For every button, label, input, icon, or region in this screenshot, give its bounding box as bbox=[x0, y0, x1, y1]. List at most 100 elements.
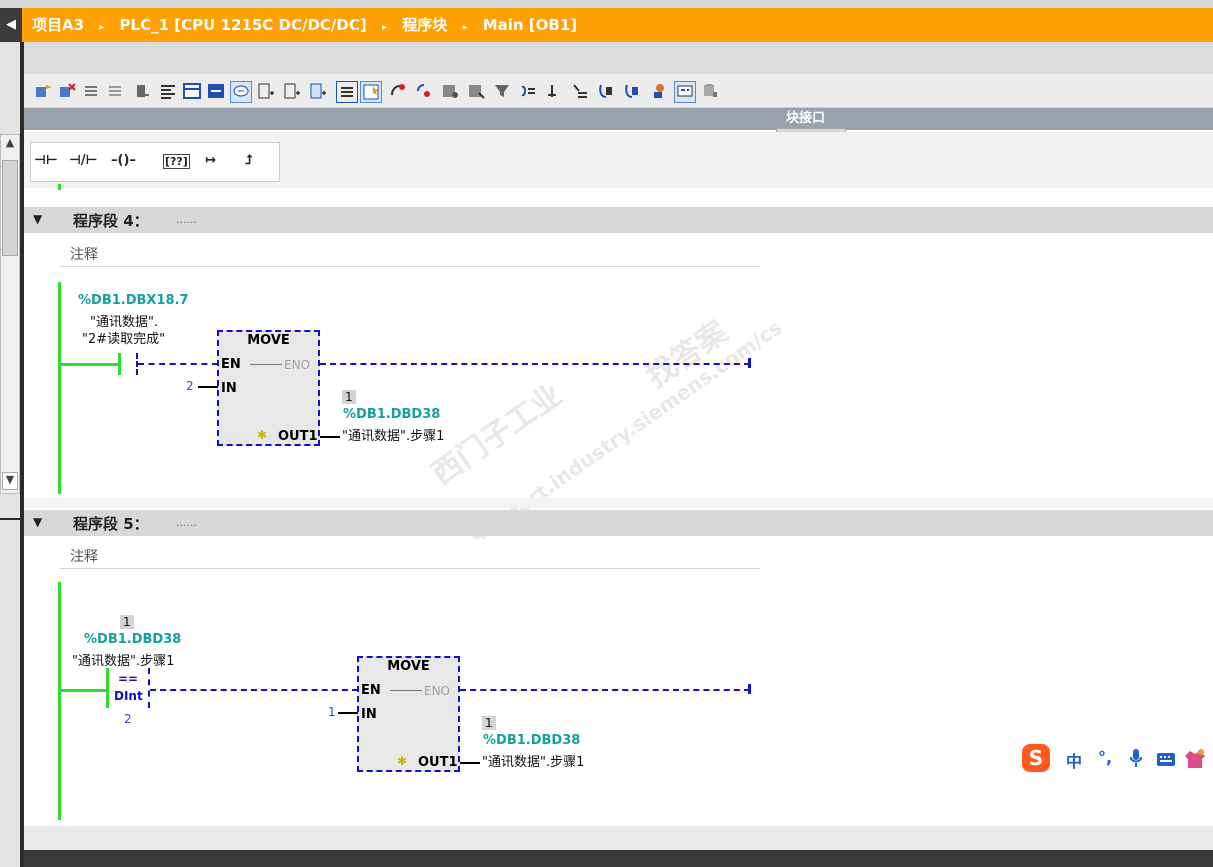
block-icon[interactable] bbox=[132, 81, 152, 101]
close-branch-icon[interactable]: ⮥ bbox=[245, 153, 253, 168]
move-5-in-wire bbox=[338, 712, 358, 714]
filter-icon[interactable] bbox=[492, 81, 512, 101]
insert-network-icon[interactable] bbox=[34, 81, 54, 101]
monitoring-on-off-icon[interactable] bbox=[674, 81, 696, 103]
empty-box-icon[interactable]: [??] bbox=[163, 154, 190, 169]
move-4-out1-address[interactable]: %DB1.DBD38 bbox=[343, 407, 440, 422]
network-5-title-placeholder[interactable]: ...... bbox=[176, 516, 197, 529]
network-5-power-rail bbox=[58, 582, 61, 820]
network-4-wire bbox=[60, 363, 118, 366]
list-view-icon[interactable] bbox=[336, 81, 358, 103]
move-5-out1-monitor-value: 1 bbox=[482, 716, 496, 730]
database-icon[interactable] bbox=[700, 81, 720, 101]
contact-symbol-line2[interactable]: "2#读取完成" bbox=[82, 328, 165, 347]
move-5-out1-wire bbox=[460, 762, 480, 764]
block-interface-label[interactable]: 块接口 bbox=[786, 108, 825, 130]
breadcrumb: 项目A3 ▸ PLC_1 [CPU 1215C DC/DC/DC] ▸ 程序块 … bbox=[32, 8, 577, 42]
symbol-info-icon[interactable] bbox=[282, 81, 302, 101]
operand-representation-icon[interactable] bbox=[308, 81, 328, 101]
align-left-icon[interactable] bbox=[158, 81, 178, 101]
contact-left-bar[interactable] bbox=[118, 353, 121, 375]
network-4-power-rail bbox=[58, 282, 61, 494]
network-4-wire-end bbox=[748, 358, 751, 368]
network-close-icon[interactable] bbox=[206, 81, 226, 101]
go-to-previous-error-icon[interactable] bbox=[414, 81, 434, 101]
editor-bottom-area bbox=[24, 826, 1213, 850]
network-4-header[interactable] bbox=[24, 207, 1213, 233]
open-branch-icon[interactable]: ↦ bbox=[205, 153, 216, 168]
move-5-in-value[interactable]: 1 bbox=[328, 705, 336, 719]
move-4-out1-pin: OUT1 bbox=[278, 429, 318, 444]
compare-symbol[interactable]: "通讯数据".步骤1 bbox=[72, 650, 174, 669]
network-4-comment-text: 注释 bbox=[70, 247, 98, 263]
absolute-address-icon[interactable] bbox=[256, 81, 276, 101]
compare-value[interactable]: 2 bbox=[124, 712, 132, 726]
network-4-title-placeholder[interactable]: ...... bbox=[176, 213, 197, 226]
last-network-icon[interactable] bbox=[622, 81, 642, 101]
move-4-out1-symbol[interactable]: "通讯数据".步骤1 bbox=[342, 425, 444, 444]
breadcrumb-item-main[interactable]: Main [OB1] bbox=[483, 8, 577, 42]
move-block-5-title: MOVE bbox=[387, 659, 430, 674]
microphone-icon[interactable] bbox=[1128, 748, 1144, 768]
move-5-out1-symbol[interactable]: "通讯数据".步骤1 bbox=[482, 751, 584, 770]
contact-address[interactable]: %DB1.DBX18.7 bbox=[78, 293, 189, 308]
breadcrumb-item-project[interactable]: 项目A3 bbox=[32, 8, 84, 42]
move-5-in-pin: IN bbox=[361, 707, 377, 722]
network-4-wire-dashed bbox=[138, 363, 218, 365]
scroll-down-icon[interactable]: ▼ bbox=[2, 472, 18, 490]
network-5-header[interactable] bbox=[24, 510, 1213, 536]
sogou-logo-icon[interactable]: S bbox=[1022, 744, 1050, 772]
compare-left-edge bbox=[106, 668, 109, 708]
editor-tab-strip bbox=[24, 42, 1213, 74]
indent-icon[interactable] bbox=[570, 81, 590, 101]
add-row-icon[interactable] bbox=[106, 81, 126, 101]
go-to-next-error-icon[interactable] bbox=[388, 81, 408, 101]
compare-address[interactable]: %DB1.DBD38 bbox=[84, 632, 181, 647]
status-bar bbox=[24, 850, 1213, 867]
snapshot-icon[interactable] bbox=[650, 81, 670, 101]
compare-datatype[interactable]: DInt bbox=[114, 689, 143, 703]
collapse-all-icon[interactable] bbox=[518, 81, 538, 101]
power-rail-stub bbox=[58, 184, 61, 190]
block-interface-bar[interactable] bbox=[24, 108, 1213, 130]
move-4-eno-pin: ENO bbox=[284, 358, 311, 372]
modify-icon[interactable] bbox=[466, 81, 486, 101]
network-5-title[interactable]: 程序段 5： bbox=[73, 513, 149, 534]
ime-punctuation-toggle[interactable]: °, bbox=[1098, 748, 1112, 767]
ladder-favorites: ⊣⊢ ⊣/⊢ –()– [??] ↦ ⮥ bbox=[30, 142, 280, 182]
normally-closed-contact-icon[interactable]: ⊣/⊢ bbox=[69, 153, 98, 168]
network-4-title[interactable]: 程序段 4： bbox=[73, 210, 149, 231]
network-5-wire-dashed bbox=[150, 689, 358, 691]
move-5-out1-address[interactable]: %DB1.DBD38 bbox=[483, 733, 580, 748]
collapse-network-5-icon[interactable]: ▼ bbox=[33, 515, 42, 529]
insert-row-icon[interactable] bbox=[82, 81, 102, 101]
compare-operator: == bbox=[118, 672, 139, 686]
move-4-add-output-icon[interactable]: ✱ bbox=[257, 428, 267, 442]
first-network-icon[interactable] bbox=[596, 81, 616, 101]
keyboard-icon[interactable] bbox=[1156, 751, 1176, 769]
network-open-icon[interactable] bbox=[182, 81, 202, 101]
network-5-comment[interactable]: 注释 bbox=[60, 540, 760, 569]
move-5-en-eno-line bbox=[390, 690, 422, 691]
normally-open-contact-icon[interactable]: ⊣⊢ bbox=[34, 153, 58, 168]
move-5-add-output-icon[interactable]: ✱ bbox=[397, 754, 407, 768]
monitor-icon[interactable] bbox=[440, 81, 460, 101]
network-4-comment[interactable]: 注释 bbox=[60, 238, 760, 267]
left-panel-divider[interactable] bbox=[20, 0, 24, 867]
ime-language-toggle[interactable]: 中 bbox=[1066, 748, 1082, 772]
scroll-thumb[interactable] bbox=[2, 160, 18, 256]
back-arrow-icon[interactable]: ◀ bbox=[0, 8, 22, 42]
collapse-network-4-icon[interactable]: ▼ bbox=[33, 212, 42, 226]
comment-toggle-icon[interactable] bbox=[230, 81, 252, 103]
expand-icon[interactable] bbox=[544, 81, 564, 101]
delete-network-icon[interactable] bbox=[58, 81, 78, 101]
breadcrumb-item-plc[interactable]: PLC_1 [CPU 1215C DC/DC/DC] bbox=[120, 8, 367, 42]
shirt-icon[interactable] bbox=[1184, 748, 1206, 770]
breadcrumb-item-program-blocks[interactable]: 程序块 bbox=[402, 8, 447, 42]
scroll-up-icon[interactable]: ▲ bbox=[2, 136, 18, 152]
favorites-icon[interactable] bbox=[360, 81, 382, 103]
move-4-out1-monitor-value: 1 bbox=[342, 390, 356, 404]
move-4-in-value[interactable]: 2 bbox=[186, 379, 194, 393]
coil-icon[interactable]: –()– bbox=[111, 153, 136, 168]
ime-toolbar: S 中 °, bbox=[1018, 742, 1213, 778]
